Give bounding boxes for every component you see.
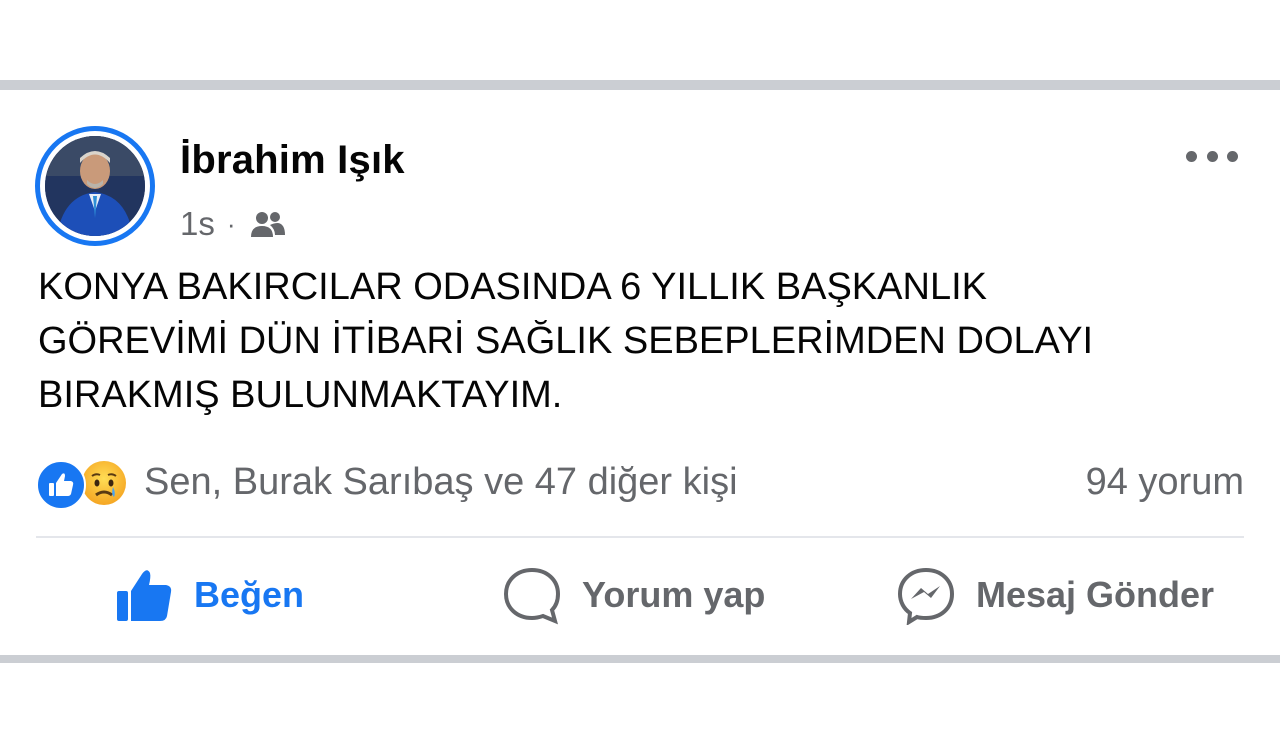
post-body-text: KONYA BAKIRCILAR ODASINDA 6 YILLIK BAŞKA… [38, 266, 1094, 416]
thumbs-up-icon [117, 570, 172, 621]
action-divider [36, 536, 1244, 538]
author-name[interactable]: İbrahim Işık [180, 138, 405, 183]
reaction-icons[interactable] [36, 457, 134, 510]
feed-separator-bottom [0, 655, 1280, 663]
profile-photo-icon [45, 136, 145, 236]
comment-count[interactable]: 94 yorum [1086, 461, 1244, 504]
like-button-label: Beğen [194, 574, 305, 615]
more-horizontal-icon [1186, 150, 1197, 162]
like-button[interactable]: Beğen [114, 560, 304, 630]
reaction-summary-text[interactable]: Sen, Burak Sarıbaş ve 47 diğer kişi [144, 461, 1086, 504]
avatar[interactable] [45, 136, 145, 236]
feed-post: İbrahim Işık 1s · KONYA BAKIRCILAR ODASI… [0, 90, 1280, 655]
comment-button[interactable]: Yorum yap [502, 560, 765, 630]
friends-icon [250, 212, 285, 237]
comment-bubble-icon [503, 567, 561, 625]
reactions-summary[interactable]: Sen, Burak Sarıbaş ve 47 diğer kişi 94 y… [36, 456, 1244, 510]
sad-reaction-icon [80, 459, 128, 507]
send-message-button[interactable]: Mesaj Gönder [896, 560, 1214, 630]
avatar-ring[interactable] [35, 126, 155, 246]
more-options-button[interactable] [1186, 144, 1238, 168]
messenger-icon [897, 567, 955, 625]
feed-separator-top [0, 80, 1280, 90]
like-reaction-icon [36, 460, 86, 510]
post-timestamp[interactable]: 1s [180, 205, 215, 243]
comment-button-label: Yorum yap [582, 574, 766, 615]
send-message-button-label: Mesaj Gönder [976, 574, 1215, 615]
meta-separator: · [226, 208, 236, 239]
post-meta: 1s · [180, 202, 286, 246]
